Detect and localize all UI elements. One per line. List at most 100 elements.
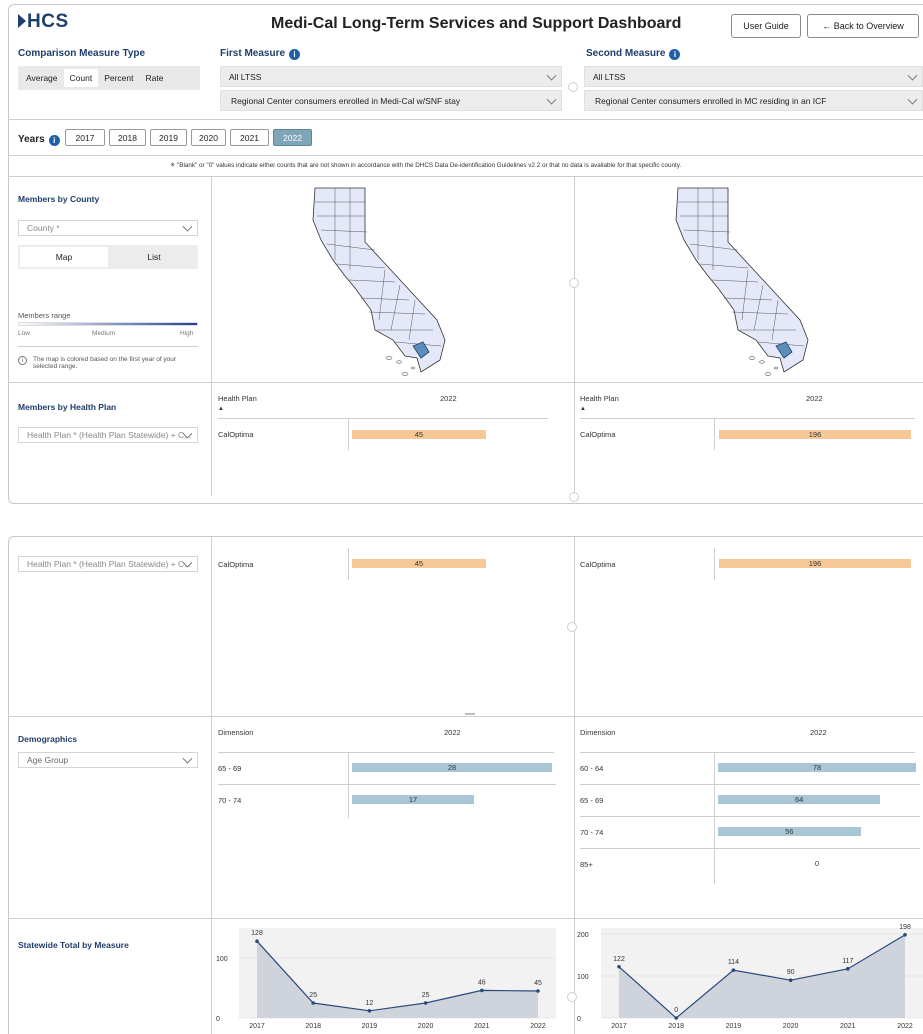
first-measure-category-select[interactable]: All LTSS — [220, 66, 562, 87]
map-toggle[interactable]: Map — [20, 247, 108, 267]
user-guide-button[interactable]: User Guide — [731, 14, 801, 38]
info-circle-icon: i — [18, 356, 27, 365]
demographics-title: Demographics — [18, 734, 78, 744]
info-icon[interactable]: i — [289, 49, 301, 60]
year-2022[interactable]: 2022 — [273, 129, 312, 146]
members-range-gradient — [18, 322, 198, 326]
year-2021[interactable]: 2021 — [230, 129, 269, 146]
x-tick-label: 2019 — [726, 1023, 742, 1030]
dimension-label: 65 - 69 — [580, 796, 604, 805]
divider — [218, 784, 556, 785]
col-year: 2022 — [444, 728, 461, 737]
plan-bar: 196 — [719, 559, 911, 568]
comparison-label: Comparison Measure Type — [18, 48, 146, 59]
dimension-label: 60 - 64 — [580, 764, 604, 773]
dhcs-logo: HCS — [18, 11, 69, 33]
comparison-rate[interactable]: Rate — [140, 73, 170, 83]
data-point — [480, 988, 484, 993]
plan-bar: 45 — [352, 559, 486, 568]
first-measure-select[interactable]: Regional Center consumers enrolled in Me… — [220, 90, 562, 111]
comparison-count[interactable]: Count — [63, 69, 99, 87]
chevron-down-icon — [546, 94, 557, 105]
california-state-shape — [675, 187, 809, 373]
divider — [348, 548, 349, 580]
divider — [348, 418, 349, 450]
divider — [714, 418, 715, 450]
channel-islands — [385, 356, 416, 376]
california-map-right[interactable] — [668, 180, 828, 380]
x-tick-label: 2018 — [305, 1023, 321, 1030]
divider — [8, 155, 923, 156]
year-2017[interactable]: 2017 — [65, 129, 105, 146]
california-map-left[interactable] — [305, 180, 465, 380]
info-icon[interactable]: i — [48, 135, 60, 146]
year-2020[interactable]: 2020 — [191, 129, 226, 146]
divider — [580, 784, 920, 785]
data-label: 46 — [478, 979, 486, 986]
resize-grip[interactable] — [465, 713, 475, 715]
divider — [580, 848, 920, 849]
dimension-label: 85+ — [580, 860, 593, 869]
plan-name: CalOptima — [218, 430, 254, 439]
comparison-average[interactable]: Average — [20, 73, 64, 83]
plan-bar: 196 — [719, 430, 911, 439]
col-year: 2022 — [440, 394, 457, 403]
second-measure-category-select[interactable]: All LTSS — [584, 66, 923, 87]
compare-divider-handle[interactable] — [569, 278, 579, 288]
comparison-segmented: Average Count Percent Rate — [18, 66, 200, 90]
data-label: 0 — [674, 1007, 678, 1014]
y-tick-label: 0 — [577, 1016, 581, 1023]
sort-asc-icon[interactable]: ▲ — [218, 406, 224, 412]
info-icon[interactable]: i — [669, 49, 681, 60]
dimension-bar: 56 — [718, 827, 861, 836]
swap-measures-handle[interactable] — [568, 82, 578, 92]
dimension-label: 65 - 69 — [218, 764, 242, 773]
x-tick-label: 2022 — [530, 1023, 546, 1030]
data-label: 45 — [534, 980, 542, 987]
statewide-chart-right: 0 100 200 122 2017 0 2018 114 2019 90 2020 117 2021 1… — [577, 924, 923, 1030]
year-2019[interactable]: 2019 — [150, 129, 187, 146]
data-label: 128 — [251, 930, 263, 937]
demographics-select[interactable]: Age Group — [18, 752, 198, 768]
data-label: 25 — [422, 992, 430, 999]
dimension-bar: 28 — [352, 763, 552, 772]
map-list-toggle: Map List — [18, 245, 198, 269]
compare-divider-handle[interactable] — [567, 992, 577, 1002]
first-measure-label: First Measure i — [220, 48, 301, 60]
y-tick-label: 200 — [577, 932, 589, 939]
year-2018[interactable]: 2018 — [109, 129, 146, 146]
logo-triangle-icon — [18, 14, 26, 28]
divider — [348, 752, 349, 818]
divider — [8, 176, 923, 177]
data-label: 25 — [309, 992, 317, 999]
x-tick-label: 2022 — [897, 1023, 913, 1030]
sort-asc-icon[interactable]: ▲ — [580, 406, 586, 412]
compare-divider-handle[interactable] — [569, 492, 579, 502]
data-point — [674, 1016, 678, 1020]
data-label: 12 — [366, 1000, 374, 1007]
dimension-value: 28 — [447, 763, 457, 772]
health-plan-select[interactable]: Health Plan * (Health Plan Statewide) + … — [18, 556, 198, 572]
chevron-down-icon — [546, 70, 557, 81]
dimension-bar: 64 — [718, 795, 881, 804]
second-measure-select[interactable]: Regional Center consumers enrolled in MC… — [584, 90, 923, 111]
dimension-bar: 0 — [718, 859, 916, 868]
data-point — [311, 1001, 315, 1005]
y-tick-label: 0 — [216, 1016, 220, 1023]
back-to-overview-button[interactable]: ← Back to Overview — [807, 14, 919, 38]
dimension-label: 70 - 74 — [580, 828, 604, 837]
health-plan-select[interactable]: Health Plan * (Health Plan Statewide) + … — [18, 427, 198, 443]
divider — [714, 548, 715, 580]
dimension-bar: 78 — [718, 763, 916, 772]
list-toggle[interactable]: List — [110, 245, 198, 269]
compare-divider-handle[interactable] — [567, 622, 577, 632]
chevron-down-icon — [182, 221, 193, 232]
data-point — [731, 968, 736, 972]
comparison-percent[interactable]: Percent — [98, 73, 139, 83]
divider — [218, 752, 554, 753]
x-tick-label: 2017 — [249, 1023, 265, 1030]
county-select[interactable]: County * — [18, 220, 198, 236]
data-point — [423, 1001, 428, 1005]
divider — [18, 346, 198, 347]
x-tick-label: 2018 — [668, 1023, 684, 1030]
